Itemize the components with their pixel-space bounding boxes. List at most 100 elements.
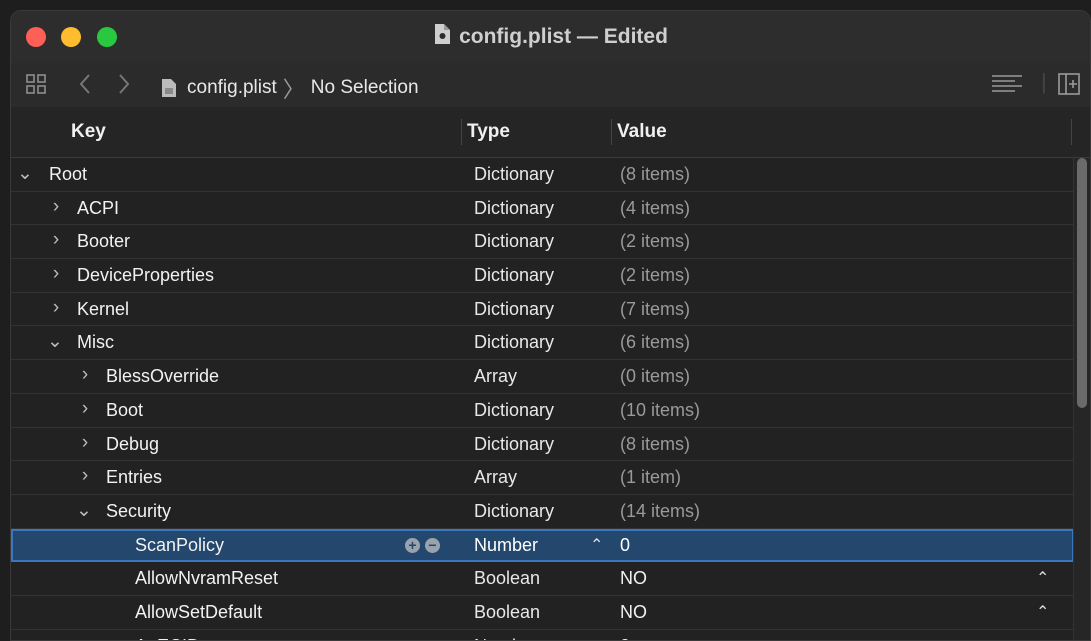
document-icon bbox=[161, 78, 177, 98]
document-icon bbox=[433, 23, 451, 51]
column-key[interactable]: Key bbox=[71, 121, 106, 143]
back-icon[interactable] bbox=[77, 71, 93, 103]
row-value: (14 items) bbox=[620, 500, 701, 521]
row-key: Security bbox=[106, 500, 172, 521]
table-row[interactable]: › DeviceProperties Dictionary (2 items) bbox=[11, 259, 1074, 293]
scrollbar-thumb[interactable] bbox=[1077, 158, 1087, 408]
row-type: Dictionary bbox=[474, 164, 555, 184]
row-type: Dictionary bbox=[474, 231, 555, 252]
remove-item-icon[interactable]: − bbox=[425, 537, 440, 553]
breadcrumb: config.plist 〉 No Selection bbox=[161, 72, 419, 104]
chevron-right-icon[interactable]: › bbox=[49, 263, 63, 285]
row-key[interactable]: ScanPolicy bbox=[135, 535, 224, 556]
row-type: Dictionary bbox=[474, 265, 555, 286]
chevron-down-icon[interactable]: ⌄ bbox=[17, 162, 33, 185]
chevron-right-icon[interactable]: › bbox=[78, 398, 92, 420]
row-type: Dictionary bbox=[474, 399, 555, 420]
row-type: Boolean bbox=[474, 601, 541, 622]
row-value: (0 items) bbox=[620, 366, 691, 387]
row-type[interactable]: Number bbox=[474, 535, 538, 556]
inspector-panel-icon[interactable] bbox=[1058, 73, 1080, 101]
table-row[interactable]: ⌄ Misc Dictionary (6 items) bbox=[11, 326, 1074, 361]
row-value[interactable]: NO bbox=[620, 602, 647, 623]
row-type: Dictionary bbox=[474, 332, 555, 353]
row-key: AllowNvramReset bbox=[135, 568, 279, 589]
row-value[interactable]: 0 bbox=[620, 636, 630, 640]
row-key: Root bbox=[49, 164, 88, 184]
chevron-down-icon[interactable]: ⌄ bbox=[76, 499, 92, 522]
row-value[interactable]: NO bbox=[620, 568, 647, 589]
row-value: (1 item) bbox=[620, 467, 682, 488]
row-key: Booter bbox=[77, 231, 131, 252]
breadcrumb-selection[interactable]: No Selection bbox=[311, 77, 419, 99]
chevron-right-icon[interactable]: › bbox=[49, 297, 63, 319]
chevron-right-icon[interactable]: › bbox=[78, 364, 92, 386]
table-row[interactable]: › ACPI Dictionary (4 items) bbox=[11, 192, 1074, 226]
row-value: (7 items) bbox=[620, 298, 691, 319]
row-type: Dictionary bbox=[474, 298, 555, 319]
vertical-scrollbar[interactable] bbox=[1073, 158, 1090, 640]
toolbar: config.plist 〉 No Selection | bbox=[11, 63, 1090, 108]
table-row[interactable]: › Boot Dictionary (10 items) bbox=[11, 394, 1074, 428]
row-value: (4 items) bbox=[620, 197, 691, 218]
row-type: Array bbox=[474, 467, 518, 488]
row-type: Boolean bbox=[474, 568, 541, 589]
row-key: Entries bbox=[106, 467, 163, 488]
row-key: AllowSetDefault bbox=[135, 601, 263, 622]
value-stepper-icon[interactable]: ⌃ bbox=[1036, 602, 1049, 622]
row-value: (8 items) bbox=[620, 164, 691, 184]
column-divider bbox=[461, 119, 462, 145]
row-value: (8 items) bbox=[620, 433, 691, 454]
grid-view-icon[interactable] bbox=[25, 73, 47, 101]
window-title-area: config.plist — Edited bbox=[11, 23, 1090, 51]
row-key: ACPI bbox=[77, 197, 120, 218]
plist-editor-window: config.plist — Edited config.plist 〉 No … bbox=[10, 10, 1091, 641]
plist-outline: ⌄ Root Dictionary (8 items) › ACPI Dicti… bbox=[11, 158, 1074, 640]
table-row[interactable]: AllowSetDefault Boolean NO ⌃ bbox=[11, 596, 1074, 630]
row-value: (10 items) bbox=[620, 399, 701, 420]
table-row[interactable]: › Entries Array (1 item) bbox=[11, 461, 1074, 495]
table-row[interactable]: › Debug Dictionary (8 items) bbox=[11, 428, 1074, 462]
window-title: config.plist — Edited bbox=[459, 25, 668, 48]
row-key: Kernel bbox=[77, 298, 130, 319]
column-divider bbox=[611, 119, 612, 145]
table-row[interactable]: ⌄ Root Dictionary (8 items) bbox=[11, 158, 1074, 192]
chevron-down-icon[interactable]: ⌄ bbox=[47, 330, 63, 353]
add-item-icon[interactable]: + bbox=[405, 537, 420, 553]
row-type: Dictionary bbox=[474, 433, 555, 454]
row-value: (2 items) bbox=[620, 265, 691, 286]
table-row[interactable]: › Kernel Dictionary (7 items) bbox=[11, 293, 1074, 327]
table-row[interactable]: › Booter Dictionary (2 items) bbox=[11, 225, 1074, 260]
row-key: ApECID bbox=[135, 636, 200, 640]
column-value[interactable]: Value bbox=[617, 121, 667, 143]
table-row-selected[interactable]: ScanPolicy + − Number ⌃ 0 bbox=[11, 528, 1074, 563]
row-type: Number bbox=[474, 636, 538, 640]
breadcrumb-file[interactable]: config.plist bbox=[187, 77, 277, 99]
breadcrumb-separator: 〉 bbox=[282, 77, 305, 102]
table-row[interactable]: ⌄ Security Dictionary (14 items) bbox=[11, 495, 1074, 529]
chevron-right-icon[interactable]: › bbox=[78, 432, 92, 454]
row-type: Dictionary bbox=[474, 197, 555, 218]
row-key: Boot bbox=[106, 399, 144, 420]
table-row[interactable]: AllowNvramReset Boolean NO ⌃ bbox=[11, 562, 1074, 596]
toolbar-divider: | bbox=[1041, 69, 1047, 94]
column-type[interactable]: Type bbox=[467, 121, 510, 143]
chevron-right-icon[interactable]: › bbox=[78, 465, 92, 487]
row-type: Array bbox=[474, 366, 518, 387]
row-key: BlessOverride bbox=[106, 366, 220, 387]
forward-icon[interactable] bbox=[116, 71, 132, 103]
row-key: DeviceProperties bbox=[77, 265, 215, 286]
chevron-right-icon[interactable]: › bbox=[49, 229, 63, 251]
list-outline-icon[interactable] bbox=[991, 73, 1023, 101]
row-type: Dictionary bbox=[474, 500, 555, 521]
table-row[interactable]: ApECID Number 0 bbox=[11, 630, 1074, 640]
value-stepper-icon[interactable]: ⌃ bbox=[1036, 568, 1049, 588]
column-divider bbox=[1071, 119, 1072, 145]
chevron-right-icon[interactable]: › bbox=[49, 196, 63, 218]
column-header: Key Type Value bbox=[11, 107, 1090, 158]
type-stepper-icon[interactable]: ⌃ bbox=[590, 535, 603, 555]
row-value: (6 items) bbox=[620, 332, 691, 353]
row-key: Debug bbox=[106, 433, 160, 454]
row-value[interactable]: 0 bbox=[620, 535, 630, 556]
table-row[interactable]: › BlessOverride Array (0 items) bbox=[11, 360, 1074, 394]
